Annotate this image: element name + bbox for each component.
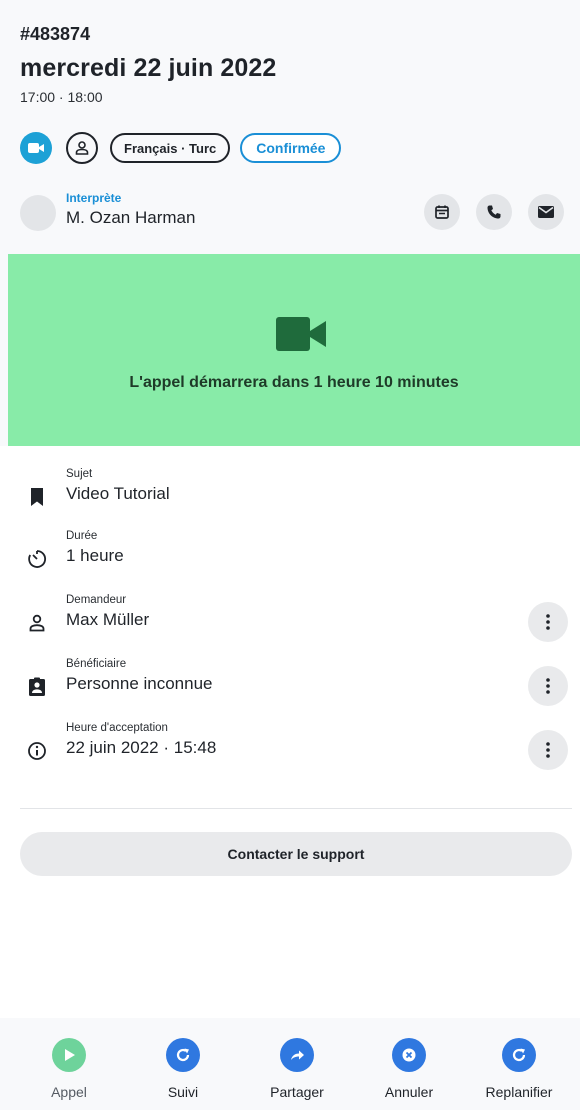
appointment-date: mercredi 22 juin 2022 <box>20 54 277 82</box>
divider <box>20 808 572 809</box>
video-call-chip <box>20 132 52 164</box>
call-action[interactable]: Appel <box>12 1038 122 1108</box>
phone-icon <box>487 205 501 219</box>
beneficiary-more-button[interactable] <box>528 666 568 706</box>
interpreter-row: Interprète M. Ozan Harman <box>20 188 564 232</box>
in-person-chip <box>66 132 98 164</box>
cancel-icon <box>392 1038 426 1072</box>
detail-label: Bénéficiaire <box>66 658 127 670</box>
bottom-action-bar: Appel Suivi Partager Annuler Replanifier <box>0 1018 580 1110</box>
detail-row-duration: Durée 1 heure <box>0 530 580 580</box>
video-camera-icon <box>276 317 326 351</box>
play-icon <box>52 1038 86 1072</box>
appointment-time: 17:00 · 18:00 <box>20 89 103 105</box>
detail-row-beneficiary: Bénéficiaire Personne inconnue <box>0 658 580 708</box>
contact-support-button[interactable]: Contacter le support <box>20 832 572 876</box>
bookmark-icon <box>26 486 48 508</box>
interpreter-name: M. Ozan Harman <box>66 208 196 227</box>
share-action-label: Partager <box>270 1084 324 1100</box>
detail-value: 1 heure <box>66 546 124 565</box>
reschedule-action-label: Replanifier <box>485 1084 553 1100</box>
follow-up-action-label: Suivi <box>167 1084 199 1100</box>
badge-icon <box>26 676 48 698</box>
refresh-icon <box>166 1038 200 1072</box>
avatar <box>20 195 56 231</box>
more-vertical-icon <box>546 742 550 758</box>
detail-label: Durée <box>66 530 98 542</box>
status-badge: Confirmée <box>240 133 342 163</box>
detail-value: 22 juin 2022 · 15:48 <box>66 738 217 757</box>
person-icon <box>26 612 48 634</box>
detail-row-acceptance-time: Heure d'acceptation 22 juin 2022 · 15:48 <box>0 722 580 772</box>
more-vertical-icon <box>546 678 550 694</box>
detail-label: Demandeur <box>66 594 127 606</box>
appointment-header: #483874 mercredi 22 juin 2022 17:00 · 18… <box>0 0 580 242</box>
more-vertical-icon <box>546 614 550 630</box>
cancel-action-label: Annuler <box>384 1084 434 1100</box>
appointment-reference: #483874 <box>20 24 91 44</box>
calendar-icon <box>435 205 449 219</box>
requester-more-button[interactable] <box>528 602 568 642</box>
video-camera-icon <box>28 143 44 153</box>
reschedule-icon <box>502 1038 536 1072</box>
call-countdown-banner: L'appel démarrera dans 1 heure 10 minute… <box>8 254 580 446</box>
language-chip: Français · Turc <box>110 133 231 163</box>
person-icon <box>75 141 89 155</box>
share-icon <box>280 1038 314 1072</box>
cancel-action[interactable]: Annuler <box>352 1038 462 1108</box>
info-icon <box>26 740 48 762</box>
detail-value: Max Müller <box>66 610 150 629</box>
appointment-details: Sujet Video Tutorial Durée 1 heure Deman… <box>0 446 580 1026</box>
detail-value: Personne inconnue <box>66 674 213 693</box>
share-action[interactable]: Partager <box>240 1038 350 1108</box>
phone-button[interactable] <box>476 194 512 230</box>
acceptance-more-button[interactable] <box>528 730 568 770</box>
detail-label: Heure d'acceptation <box>66 722 168 734</box>
detail-row-subject: Sujet Video Tutorial <box>0 468 580 518</box>
detail-label: Sujet <box>66 468 93 480</box>
email-button[interactable] <box>528 194 564 230</box>
calendar-button[interactable] <box>424 194 460 230</box>
follow-up-action[interactable]: Suivi <box>126 1038 236 1108</box>
call-action-label: Appel <box>51 1084 87 1100</box>
interpreter-label: Interprète <box>66 191 122 205</box>
countdown-message: L'appel démarrera dans 1 heure 10 minute… <box>129 374 459 391</box>
reschedule-action[interactable]: Replanifier <box>462 1038 572 1108</box>
detail-value: Video Tutorial <box>66 484 170 503</box>
mail-icon <box>538 206 554 218</box>
appointment-chips: Français · Turc Confirmée <box>20 132 342 164</box>
detail-row-requester: Demandeur Max Müller <box>0 594 580 644</box>
timer-icon <box>26 548 48 570</box>
